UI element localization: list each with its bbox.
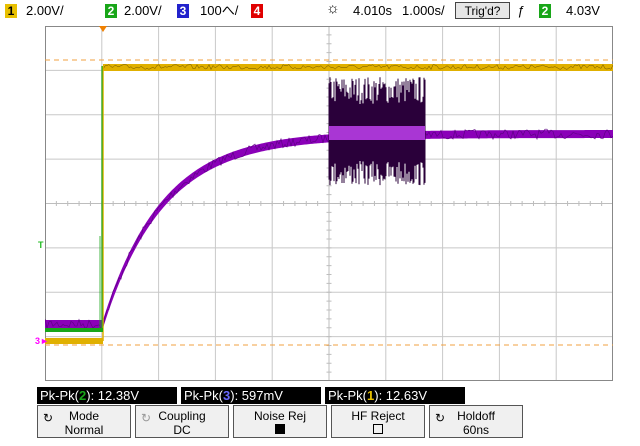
trigger-level-marker: T xyxy=(38,240,44,250)
noise-rej-checkbox[interactable] xyxy=(275,424,285,434)
hf-reject-softkey[interactable]: HF Reject xyxy=(331,405,425,438)
measurement-ch2[interactable]: Pk-Pk(2): 12.38V xyxy=(37,387,177,404)
channel-2-badge[interactable]: 2 xyxy=(105,4,117,18)
channel-3-scale: 100へ/ xyxy=(200,3,239,18)
trigger-level: 4.03V xyxy=(566,3,600,18)
channel-4-badge[interactable]: 4 xyxy=(251,4,263,18)
sun-icon: ☼ xyxy=(326,0,340,17)
hf-reject-checkbox[interactable] xyxy=(373,424,383,434)
measurement-ch1[interactable]: Pk-Pk(1): 12.63V xyxy=(325,387,465,404)
holdoff-softkey[interactable]: ↻ Holdoff 60ns xyxy=(429,405,523,438)
softkey-bar: ↻ Mode Normal ↻ Coupling DC Noise Rej HF… xyxy=(37,405,602,443)
trigger-position: 4.010s xyxy=(353,3,393,18)
channel-1-high-segment xyxy=(103,64,613,71)
trigger-channel-badge: 2 xyxy=(539,4,551,18)
measurement-ch3[interactable]: Pk-Pk(3): 597mV xyxy=(181,387,321,404)
trig-status-button[interactable]: Trig'd? xyxy=(455,2,510,19)
waveform-display[interactable] xyxy=(45,26,613,381)
channel-2-low-segment xyxy=(45,328,103,332)
channel-1-badge[interactable]: 1 xyxy=(5,4,17,18)
rotate-knob-icon: ↻ xyxy=(141,411,152,425)
noise-rej-softkey[interactable]: Noise Rej xyxy=(233,405,327,438)
graticule-and-traces xyxy=(45,26,613,381)
trigger-edge-icon: ƒ xyxy=(517,3,525,18)
channel-1-scale: 2.00V/ xyxy=(26,3,64,18)
rotate-knob-icon: ↻ xyxy=(43,411,54,425)
channel-3-ground-marker: 3► xyxy=(35,336,49,346)
rotate-knob-icon: ↻ xyxy=(435,411,446,425)
trigger-position-marker xyxy=(99,26,107,32)
channel-3-badge[interactable]: 3 xyxy=(177,4,189,18)
timebase: 1.000s/ xyxy=(402,3,445,18)
mode-softkey[interactable]: ↻ Mode Normal xyxy=(37,405,131,438)
coupling-softkey[interactable]: ↻ Coupling DC xyxy=(135,405,229,438)
channel-1-low-segment xyxy=(45,338,103,344)
status-bar: 1 2.00V/ 2 2.00V/ 3 100へ/ 4 ☼ 4.010s 1.0… xyxy=(0,0,640,22)
channel-3-burst-core xyxy=(329,126,425,140)
channel-2-scale: 2.00V/ xyxy=(124,3,162,18)
